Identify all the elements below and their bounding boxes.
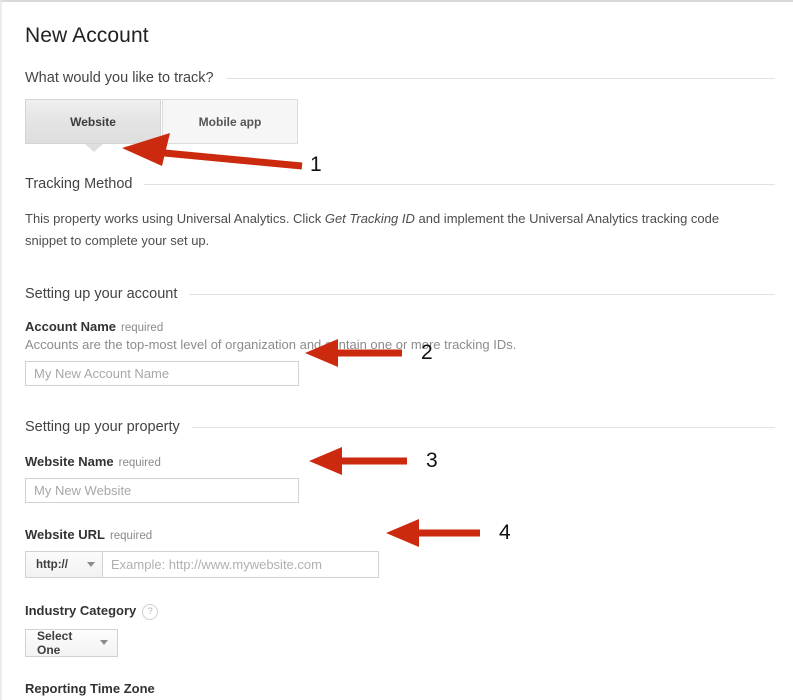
annotation-number-4: 4	[499, 521, 511, 544]
annotation-arrow-3	[309, 447, 407, 475]
annotation-arrow-1	[122, 133, 303, 170]
annotation-number-3: 3	[426, 449, 438, 472]
annotation-number-2: 2	[421, 341, 433, 364]
annotation-number-1: 1	[310, 153, 322, 176]
annotation-arrow-2	[305, 339, 402, 367]
new-account-page: New Account What would you like to track…	[0, 0, 793, 700]
annotation-overlay	[122, 133, 480, 547]
annotation-arrow-4	[386, 519, 480, 547]
